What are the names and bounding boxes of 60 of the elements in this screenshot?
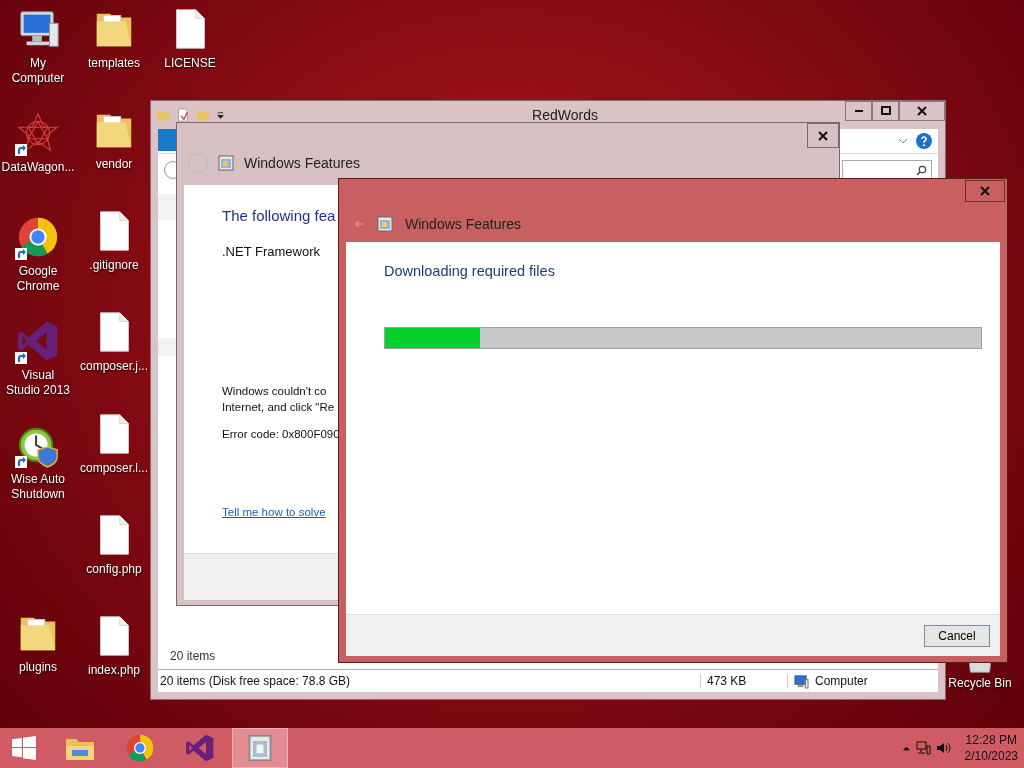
file-tab[interactable] — [158, 129, 178, 151]
chevron-down-icon[interactable] — [898, 136, 908, 146]
network-icon[interactable] — [914, 740, 931, 756]
close-icon — [818, 130, 828, 141]
app-logo-icon — [184, 732, 216, 764]
desktop-icon[interactable]: composer.j... — [80, 309, 148, 399]
close-button[interactable] — [965, 180, 1005, 202]
close-button[interactable] — [899, 101, 945, 121]
status-text: 473 KB — [701, 674, 788, 688]
maximize-button[interactable] — [872, 101, 899, 121]
dropdown-caret-icon[interactable] — [216, 110, 225, 120]
desktop-icon[interactable]: plugins — [4, 610, 72, 702]
search-icon — [916, 164, 927, 176]
windows-logo-icon — [11, 735, 37, 761]
minimize-button[interactable] — [845, 101, 872, 121]
desktop-icon[interactable]: Wise Auto Shutdown — [4, 422, 72, 514]
desktop-icon[interactable]: Visual Studio 2013 — [4, 318, 72, 410]
clock-time: 12:28 PM — [965, 732, 1017, 748]
computer-icon — [794, 673, 809, 689]
volume-icon[interactable] — [934, 740, 951, 756]
desktop-icon[interactable]: templates — [80, 6, 148, 96]
desktop-icon[interactable]: vendor — [80, 107, 148, 197]
desktop-icon[interactable]: Google Chrome — [4, 214, 72, 306]
clock-date: 2/10/2023 — [964, 748, 1018, 764]
status-text: Computer — [815, 674, 868, 688]
cancel-button[interactable]: Cancel — [924, 624, 990, 647]
dialog-title: Windows Features — [244, 155, 360, 171]
desktop-icon[interactable]: config.php — [80, 511, 148, 601]
desktop-icon[interactable]: index.php — [80, 612, 148, 702]
close-icon — [980, 186, 990, 196]
clock[interactable]: 12:28 PM 2/10/2023 — [964, 732, 1018, 764]
desktop-icon[interactable]: LICENSE — [156, 6, 224, 98]
desktop-icon[interactable]: DataWagon... — [4, 110, 72, 202]
desktop-icon[interactable]: My Computer — [4, 6, 72, 98]
nav-pane-item[interactable] — [158, 338, 178, 356]
feature-window-icon — [377, 215, 393, 232]
status-text: 20 items (Disk free space: 78.8 GB) — [158, 674, 701, 688]
dialog-title: Windows Features — [405, 215, 521, 232]
taskbar-app[interactable] — [232, 728, 288, 768]
dialog-heading: The following fea — [222, 207, 336, 224]
dialog-heading: Downloading required files — [384, 263, 556, 279]
help-icon[interactable] — [916, 133, 932, 149]
browser-icon — [124, 732, 156, 764]
desktop-icon[interactable]: .gitignore — [80, 208, 148, 298]
error-message: Windows couldn't co Internet, and click "Re — [222, 384, 335, 415]
desktop-icon[interactable]: composer.l... — [80, 410, 148, 500]
feature-window-icon — [218, 155, 234, 171]
minimize-icon — [854, 110, 863, 112]
maximize-icon — [880, 106, 891, 116]
document-icon[interactable] — [176, 108, 190, 122]
window-title: RedWords — [531, 107, 599, 123]
item-count: 20 items — [169, 649, 217, 665]
feature-window-icon — [246, 734, 274, 762]
folder-icon — [156, 108, 170, 122]
feature-name: .NET Framework — [222, 244, 320, 259]
close-button[interactable] — [807, 123, 839, 148]
error-code: Error code: 0x800F090 — [222, 428, 340, 440]
close-icon — [917, 106, 927, 116]
help-link[interactable]: Tell me how to solve — [222, 506, 326, 518]
nav-pane-item[interactable] — [158, 194, 178, 220]
